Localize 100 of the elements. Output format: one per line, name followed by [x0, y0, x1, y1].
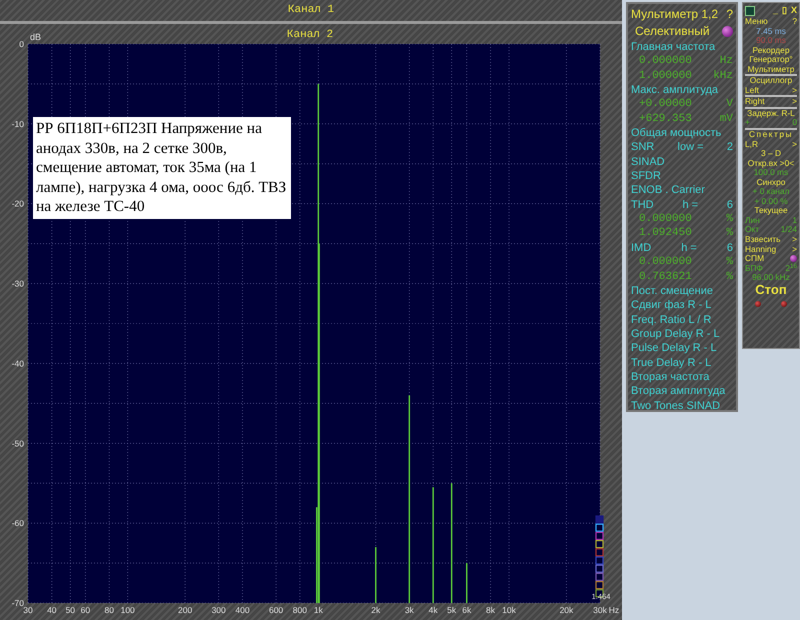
menu-item[interactable]: L,R — [745, 140, 758, 150]
axis-tick-label: 10k — [502, 605, 516, 615]
menu-value[interactable]: > — [792, 235, 797, 245]
measurement-label[interactable]: Сдвиг фаз R - L — [631, 298, 712, 313]
measurement-label[interactable]: Group Delay R - L — [631, 326, 720, 342]
menu-item[interactable]: Окт — [745, 225, 760, 236]
axis-tick-label: 30 — [23, 605, 33, 615]
unit-label: % — [726, 226, 733, 241]
menu-item[interactable]: Мультиметр — [748, 64, 794, 74]
window-button[interactable]: ▯ — [782, 6, 787, 16]
axis-unit: Hz — [608, 605, 620, 615]
measurement-param[interactable]: h = — [682, 198, 698, 212]
axis-tick-label: 100 — [120, 605, 135, 615]
help-button[interactable]: ? — [726, 6, 733, 23]
menu-value[interactable]: > — [792, 244, 797, 254]
menu-item[interactable]: Лин — [745, 216, 760, 226]
axis-tick-label: 3k — [404, 605, 414, 615]
channel-title: Канал 1 — [288, 4, 334, 16]
measurement-value: 0.763621 — [639, 270, 692, 284]
unit-label: % — [726, 212, 733, 226]
measurement-label[interactable]: Главная частота — [631, 40, 716, 54]
menu-item[interactable]: + 0 канал — [752, 187, 790, 197]
menu-item[interactable]: Синхро — [756, 178, 786, 188]
measurement-label[interactable]: IMD — [631, 240, 652, 256]
menu-item[interactable]: Осциллогр — [750, 76, 792, 86]
menu-item[interactable]: Рекордер — [752, 46, 790, 56]
menu-item[interactable]: Генератор° — [749, 55, 793, 65]
window-button[interactable]: X — [790, 6, 797, 16]
measurement-param[interactable]: low = — [678, 140, 704, 155]
measurement-label[interactable]: SNR — [631, 140, 654, 155]
indicator-icon — [722, 26, 733, 37]
channel-title: Канал 2 — [286, 29, 334, 41]
menu-item[interactable]: 7.45 ms — [756, 26, 786, 36]
measurement-label[interactable]: Freq. Ratio L / R — [631, 312, 712, 327]
menu-item[interactable]: + 0.00 % — [754, 196, 788, 206]
axis-tick-label: 80 — [104, 605, 114, 615]
axis-tick-label: 0 — [19, 39, 24, 49]
unit-label: % — [726, 270, 733, 284]
measurement-param[interactable]: 6 — [726, 198, 733, 212]
measurement-label[interactable]: Pulse Delay R - L — [631, 341, 717, 356]
menu-value[interactable]: > — [792, 86, 797, 96]
measurement-label[interactable]: Вторая частота — [631, 370, 710, 384]
axis-tick-label: -20 — [12, 198, 24, 209]
axis-tick-label: 400 — [235, 605, 250, 615]
panel-title: Мультиметр 1,2 — [631, 6, 718, 23]
axis-tick-label: 200 — [178, 605, 192, 615]
measurement-param[interactable]: 2 — [726, 140, 733, 155]
measurement-param[interactable]: 6 — [726, 240, 733, 256]
measurement-value: 1.092450 — [639, 226, 692, 241]
axis-tick-label: 20k — [560, 605, 574, 615]
menu-item[interactable]: Hanning — [745, 244, 776, 254]
menu-item[interactable]: СПМ — [745, 254, 764, 264]
menu-item[interactable]: Задерж. R-L — [747, 108, 795, 118]
stop-button[interactable]: Стоп — [755, 282, 787, 297]
menu-item[interactable]: Текущее — [754, 206, 788, 216]
axis-tick-label: 5k — [447, 605, 456, 615]
menu-value[interactable]: 0 — [792, 118, 797, 128]
unit-label: kHz — [713, 68, 733, 84]
axis-tick-label: 40 — [47, 605, 57, 615]
menu-item[interactable]: Спектры — [748, 130, 793, 140]
measurement-label[interactable]: Макс. амплитуда — [631, 83, 718, 98]
window-button[interactable]: _ — [772, 6, 778, 16]
axis-tick-label: -50 — [12, 438, 24, 448]
mode-label[interactable]: Селективный — [635, 23, 710, 40]
menu-value[interactable]: 1 — [792, 216, 797, 226]
menu-item[interactable]: 96.00 kHz — [752, 273, 790, 283]
unit-label: V — [726, 97, 733, 112]
axis-tick-label: -30 — [12, 278, 24, 289]
measurement-label[interactable]: THD — [631, 198, 654, 212]
app-icon — [745, 6, 755, 16]
measurement-label[interactable]: Общая мощность — [631, 126, 722, 140]
menu-item[interactable]: + — [745, 118, 750, 128]
measurement-label[interactable]: SINAD — [631, 154, 665, 170]
axis-tick-label: 8k — [486, 605, 496, 615]
measurement-label[interactable]: ENOB . Carrier — [631, 183, 705, 198]
axis-tick-label: 600 — [268, 605, 284, 615]
menu-item[interactable]: Взвесить — [745, 235, 781, 245]
menu-value[interactable]: 1/24 — [780, 225, 797, 236]
indicator-icon — [790, 255, 797, 262]
measurement-label[interactable]: True Delay R - L — [631, 356, 712, 370]
axis-tick-label: -60 — [12, 518, 24, 528]
measurement-label[interactable]: Two Tones SINAD — [631, 398, 720, 413]
menu-item[interactable]: БПФ — [745, 264, 763, 274]
menu-value[interactable]: > — [792, 97, 797, 107]
measurement-param[interactable]: h = — [681, 240, 697, 256]
menu-item[interactable]: 3 – D — [760, 149, 782, 159]
menu-item[interactable]: Left — [745, 86, 759, 96]
menu-item[interactable]: Right — [745, 97, 765, 107]
axis-tick-label: 60 — [80, 605, 90, 615]
menu-value[interactable]: ? — [792, 17, 797, 27]
measurement-label[interactable]: Вторая амплитуда — [631, 384, 726, 399]
measurement-label[interactable]: Пост. смещение — [631, 284, 714, 298]
unit-label: Hz — [720, 54, 733, 69]
menu-value[interactable]: > — [792, 140, 797, 150]
menu-value[interactable]: 2$^{16}$ — [785, 264, 797, 274]
measurement-label[interactable]: SFDR — [631, 169, 661, 184]
menu-item[interactable]: 100.0 ms — [754, 168, 788, 178]
menu-item[interactable]: Откр.вх >0< — [748, 158, 794, 168]
menu-item[interactable]: Меню — [745, 17, 768, 27]
axis-tick-label: 6k — [462, 605, 472, 615]
